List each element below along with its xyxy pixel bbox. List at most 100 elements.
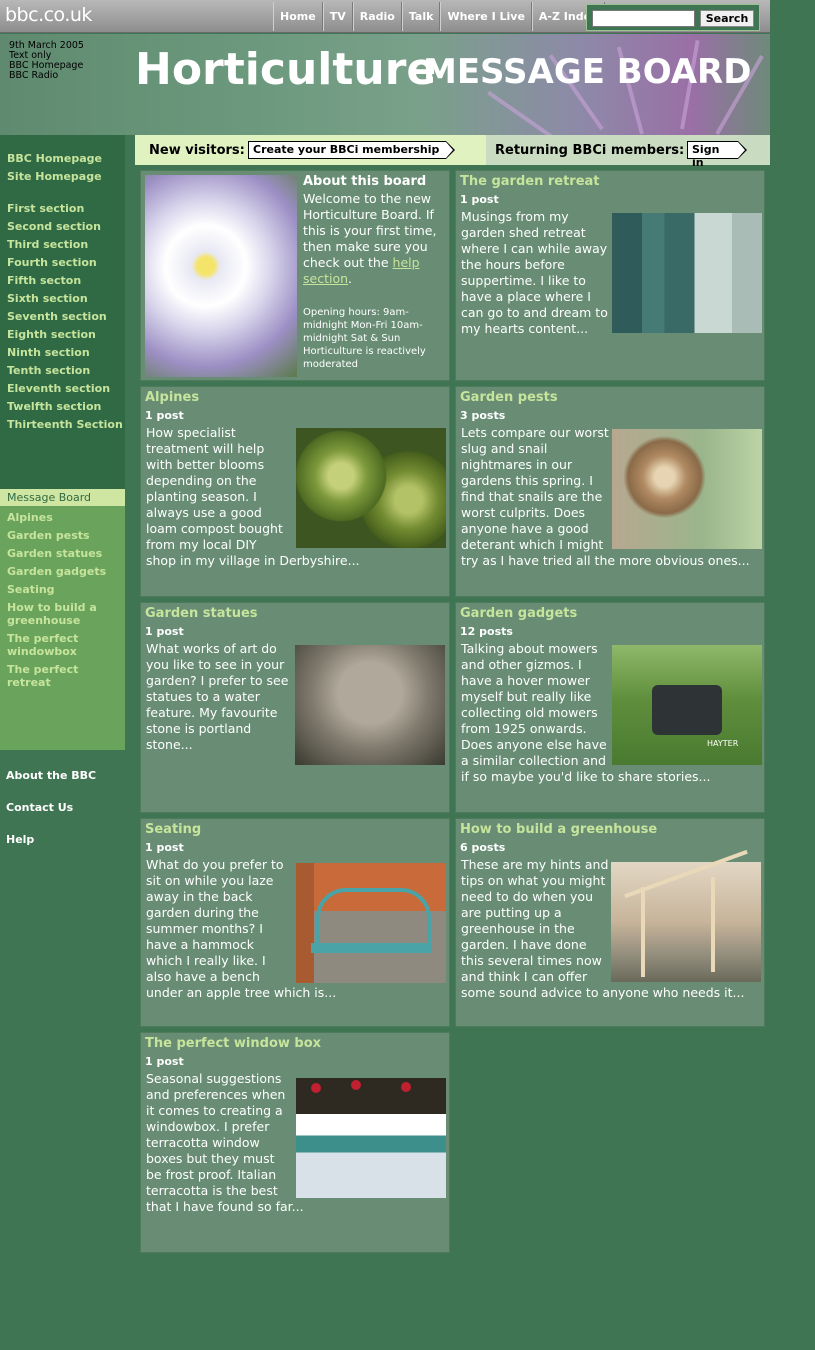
board-description: Lets compare our worst slug and snail ni… xyxy=(461,425,761,569)
sidebar-item-section[interactable]: Thirteenth Section xyxy=(7,418,125,431)
nav-talk[interactable]: Talk xyxy=(401,2,441,31)
board-card[interactable]: Seating 1 post What do you prefer to sit… xyxy=(140,818,450,1027)
sidebar-item-bbc-homepage[interactable]: BBC Homepage xyxy=(7,152,125,165)
nav-where-i-live[interactable]: Where I Live xyxy=(440,2,532,31)
shed-door-image xyxy=(612,213,762,333)
image-spacer xyxy=(611,425,761,553)
board-title[interactable]: Garden pests xyxy=(460,390,558,405)
sidebar-item-windowbox[interactable]: The perfect windowbox xyxy=(7,632,87,658)
board-card[interactable]: How to build a greenhouse 6 posts These … xyxy=(455,818,765,1027)
sidebar-item-section[interactable]: Tenth section xyxy=(7,364,125,377)
search-button[interactable]: Search xyxy=(700,10,754,27)
top-bar: bbc.co.uk Home TV Radio Talk Where I Liv… xyxy=(0,0,770,33)
board-description: How specialist treatment will help with … xyxy=(146,425,446,569)
sidebar-item-section[interactable]: Seventh section xyxy=(7,310,125,323)
post-count: 1 post xyxy=(460,193,499,206)
image-spacer xyxy=(286,857,446,982)
nav-home[interactable]: Home xyxy=(273,2,323,31)
sign-in-button[interactable]: Sign in xyxy=(687,141,747,169)
sidebar-item-seating[interactable]: Seating xyxy=(7,583,125,596)
contact-us-link[interactable]: Contact Us xyxy=(6,801,73,814)
board-title[interactable]: The perfect window box xyxy=(145,1036,321,1051)
sidebar-item-section[interactable]: Fourth section xyxy=(7,256,125,269)
sidebar-item-section[interactable]: Eighth section xyxy=(7,328,125,341)
post-count: 6 posts xyxy=(460,841,506,854)
create-membership-button[interactable]: Create your BBCi membership xyxy=(248,141,455,159)
post-count: 1 post xyxy=(145,625,184,638)
sidebar-item-garden-gadgets[interactable]: Garden gadgets xyxy=(7,565,125,578)
search-box: Search xyxy=(586,4,760,31)
bbc-logo[interactable]: bbc.co.uk xyxy=(5,4,92,26)
board-card[interactable]: The garden retreat 1 post Musings from m… xyxy=(455,170,765,381)
membership-bar: New visitors: Create your BBCi membershi… xyxy=(135,135,770,169)
statue-image xyxy=(295,645,445,765)
nav-tv[interactable]: TV xyxy=(322,2,353,31)
about-period: . xyxy=(348,271,353,286)
sidebar-item-garden-pests[interactable]: Garden pests xyxy=(7,529,125,542)
image-spacer xyxy=(286,1071,446,1196)
sidebar-item-section[interactable]: Eleventh section xyxy=(7,382,125,395)
sidebar-item-message-board[interactable]: Message Board xyxy=(0,489,125,506)
header-banner: 9th March 2005 Text only BBC Homepage BB… xyxy=(0,34,770,135)
sidebar-item-garden-statues[interactable]: Garden statues xyxy=(7,547,125,560)
about-board-card: About this board Welcome to the new Hort… xyxy=(140,170,450,381)
board-description: These are my hints and tips on what you … xyxy=(461,857,761,1001)
board-description: Musings from my garden shed retreat wher… xyxy=(461,209,608,336)
board-description: What works of art do you like to see in … xyxy=(146,641,289,752)
post-count: 12 posts xyxy=(460,625,513,638)
new-visitors-panel: New visitors: Create your BBCi membershi… xyxy=(135,135,486,165)
sidebar-item-section[interactable]: Twelfth section xyxy=(7,400,125,413)
returning-members-label: Returning BBCi members: xyxy=(495,143,685,158)
post-count: 1 post xyxy=(145,1055,184,1068)
about-body: Welcome to the new Horticulture Board. I… xyxy=(303,191,438,287)
image-spacer xyxy=(611,857,761,982)
post-count: 3 posts xyxy=(460,409,506,422)
header-info: 9th March 2005 Text only BBC Homepage BB… xyxy=(9,41,84,81)
opening-hours-text: Opening hours: 9am-midnight Mon-Fri 10am… xyxy=(303,307,426,370)
sidebar-item-retreat[interactable]: The perfect retreat xyxy=(7,663,125,689)
sidebar-sections: BBC Homepage Site Homepage First section… xyxy=(0,135,125,489)
help-link[interactable]: Help xyxy=(6,833,34,846)
flower-image xyxy=(145,175,297,377)
board-description: Talking about mowers and other gizmos. I… xyxy=(461,641,761,785)
board-title[interactable]: Alpines xyxy=(145,390,199,405)
new-visitors-label: New visitors: xyxy=(149,143,245,158)
top-nav: Home TV Radio Talk Where I Live A-Z Inde… xyxy=(273,2,606,31)
board-description: Seasonal suggestions and preferences whe… xyxy=(146,1071,446,1215)
image-spacer xyxy=(611,641,761,769)
board-title[interactable]: Seating xyxy=(145,822,201,837)
sidebar-item-section[interactable]: Fifth secton xyxy=(7,274,125,287)
board-title[interactable]: The garden retreat xyxy=(460,174,600,189)
page-title: Horticulture xyxy=(135,44,437,95)
nav-radio[interactable]: Radio xyxy=(352,2,402,31)
sidebar: BBC Homepage Site Homepage First section… xyxy=(0,135,125,750)
board-card[interactable]: The perfect window box 1 post Seasonal s… xyxy=(140,1032,450,1253)
page-subtitle: MESSAGE BOARD xyxy=(423,52,752,92)
sidebar-item-section[interactable]: Sixth section xyxy=(7,292,125,305)
board-description-text: Seasonal suggestions and preferences whe… xyxy=(146,1071,304,1214)
sidebar-item-site-homepage[interactable]: Site Homepage xyxy=(7,170,125,183)
board-description: What do you prefer to sit on while you l… xyxy=(146,857,446,1001)
board-card[interactable]: Garden pests 3 posts Lets compare our wo… xyxy=(455,386,765,597)
sidebar-item-section[interactable]: Third section xyxy=(7,238,125,251)
board-card[interactable]: Alpines 1 post How specialist treatment … xyxy=(140,386,450,597)
sidebar-board-links: Message Board Alpines Garden pests Garde… xyxy=(0,489,125,750)
sidebar-item-section[interactable]: Second section xyxy=(7,220,125,233)
board-title[interactable]: How to build a greenhouse xyxy=(460,822,657,837)
sidebar-item-section[interactable]: Ninth section xyxy=(7,346,125,359)
flower-petal-decor xyxy=(487,90,564,135)
sidebar-item-greenhouse[interactable]: How to build a greenhouse xyxy=(7,601,102,627)
search-input[interactable] xyxy=(592,10,695,27)
image-spacer xyxy=(286,425,446,550)
post-count: 1 post xyxy=(145,409,184,422)
sidebar-item-alpines[interactable]: Alpines xyxy=(7,511,125,524)
board-title[interactable]: Garden gadgets xyxy=(460,606,577,621)
board-card[interactable]: Garden gadgets 12 posts HAYTER Talking a… xyxy=(455,602,765,813)
board-title[interactable]: Garden statues xyxy=(145,606,258,621)
sidebar-item-section[interactable]: First section xyxy=(7,202,125,215)
board-card[interactable]: Garden statues 1 post What works of art … xyxy=(140,602,450,813)
about-title: About this board xyxy=(303,174,427,189)
about-bbc-link[interactable]: About the BBC xyxy=(6,769,96,782)
bbc-radio-link[interactable]: BBC Radio xyxy=(9,71,84,81)
post-count: 1 post xyxy=(145,841,184,854)
